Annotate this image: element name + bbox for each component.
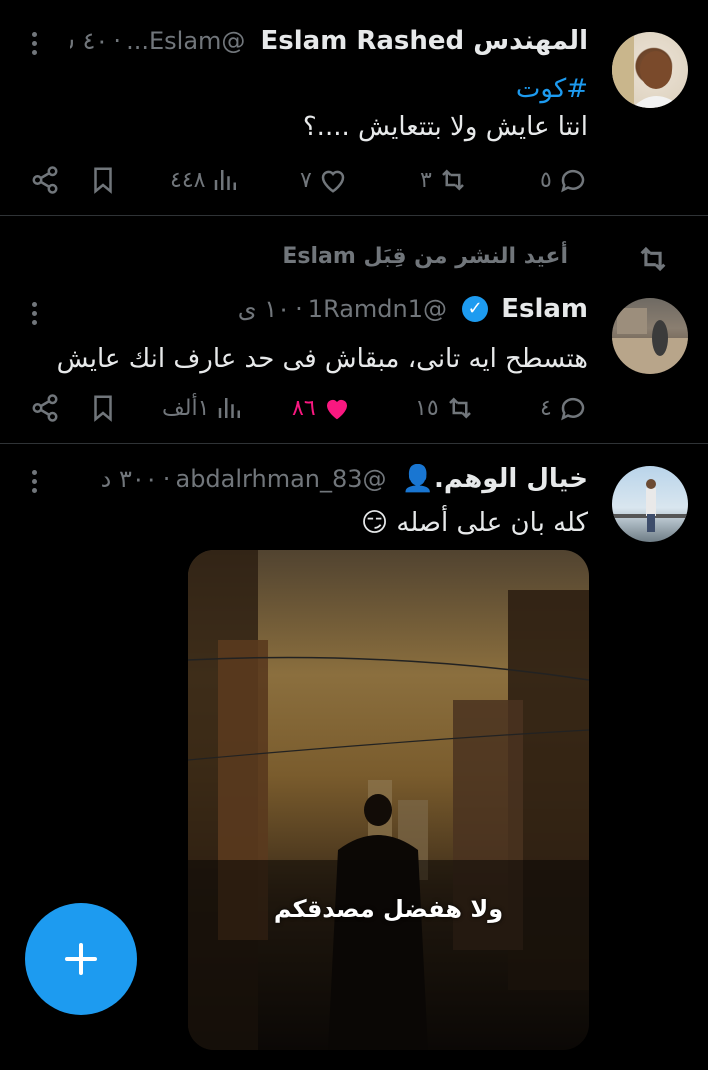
tweet-body: انتا عايش ولا بتتعايش ....؟ bbox=[302, 112, 588, 142]
timestamp[interactable]: ٤٠ س bbox=[70, 27, 108, 55]
bookmark-button[interactable] bbox=[88, 160, 118, 200]
tweet-header: خيال الوهم.👤 @abdalrhman_83 · ٣٠٠ د bbox=[70, 464, 588, 504]
display-name[interactable]: Eslam bbox=[501, 294, 588, 324]
share-button[interactable] bbox=[30, 160, 60, 200]
tweet-text: #كوت انتا عايش ولا بتتعايش ....؟ bbox=[40, 70, 588, 146]
retweet-icon bbox=[441, 169, 464, 191]
share-button[interactable] bbox=[30, 388, 60, 428]
retweet-count: ٣ bbox=[420, 167, 432, 193]
like-count: ٧ bbox=[300, 167, 312, 193]
display-name[interactable]: المهندس Eslam Rashed bbox=[261, 26, 588, 56]
views-icon bbox=[215, 170, 237, 190]
like-count: ٨٦ bbox=[292, 395, 316, 421]
tweet[interactable]: المهندس Eslam Rashed @Eslam... · ٤٠ س #ك… bbox=[0, 0, 708, 215]
retweet-indicator: أعيد النشر من قِبَل Eslam bbox=[70, 238, 688, 278]
timestamp[interactable]: ٣٠٠ د bbox=[101, 465, 158, 493]
more-options-icon[interactable] bbox=[22, 298, 46, 338]
retweet-icon bbox=[640, 246, 666, 272]
reply-icon bbox=[560, 169, 585, 193]
tweet-header: المهندس Eslam Rashed @Eslam... · ٤٠ س bbox=[70, 26, 588, 66]
retweeted-by[interactable]: أعيد النشر من قِبَل Eslam bbox=[282, 244, 568, 269]
reply-count: ٥ bbox=[540, 167, 552, 193]
media-caption: ولا هفضل مصدقكم bbox=[273, 895, 504, 923]
action-bar: ١ألف ٨٦ ١٥ ٤ bbox=[30, 388, 588, 428]
verified-badge-icon: ✓ bbox=[462, 296, 489, 322]
like-button[interactable]: ٨٦ bbox=[292, 388, 352, 428]
views-button[interactable]: ١ألف bbox=[162, 388, 245, 428]
tweet-body: كله بان على أصله 😏 bbox=[361, 508, 588, 538]
reply-button[interactable]: ٤ bbox=[540, 388, 588, 428]
views-count: ١ألف bbox=[162, 395, 210, 421]
retweet-count: ١٥ bbox=[415, 395, 439, 421]
retweet-icon bbox=[448, 397, 471, 419]
separator-dot: · bbox=[113, 27, 122, 55]
tweet-media[interactable]: ولا هفضل مصدقكم bbox=[188, 550, 589, 1050]
avatar[interactable] bbox=[612, 32, 688, 108]
views-icon bbox=[219, 398, 241, 418]
bookmark-icon bbox=[94, 167, 112, 194]
display-name[interactable]: خيال الوهم.👤 bbox=[402, 464, 588, 494]
separator-dot: · bbox=[162, 465, 171, 493]
reply-count: ٤ bbox=[540, 395, 552, 421]
separator-dot: · bbox=[295, 295, 303, 323]
handle[interactable]: @Eslam... bbox=[126, 27, 245, 55]
share-icon bbox=[32, 394, 58, 422]
heart-icon bbox=[321, 170, 345, 193]
bookmark-button[interactable] bbox=[88, 388, 118, 428]
action-bar: ٤٤٨ ٧ ٣ ٥ bbox=[30, 160, 588, 200]
tweet-body: هتسطح ايه تانى، مبقاش فى حد عارف انك عاي… bbox=[56, 344, 588, 374]
views-count: ٤٤٨ bbox=[170, 167, 206, 193]
handle[interactable]: @1Ramdn1 bbox=[308, 295, 447, 323]
timestamp[interactable]: ١٠ ى bbox=[238, 295, 290, 323]
reply-icon bbox=[560, 397, 585, 421]
handle[interactable]: @abdalrhman_83 bbox=[175, 465, 386, 493]
retweet-button[interactable]: ١٥ bbox=[415, 388, 475, 428]
hashtag-link[interactable]: #كوت bbox=[40, 70, 588, 108]
more-options-icon[interactable] bbox=[22, 466, 46, 506]
retweet-button[interactable]: ٣ bbox=[420, 160, 468, 200]
heart-filled-icon bbox=[326, 399, 347, 420]
share-icon bbox=[32, 166, 58, 194]
more-options-icon[interactable] bbox=[22, 28, 46, 68]
avatar[interactable] bbox=[612, 298, 688, 374]
tweet[interactable]: أعيد النشر من قِبَل Eslam Eslam ✓ @1Ramd… bbox=[0, 216, 708, 443]
like-button[interactable]: ٧ bbox=[300, 160, 348, 200]
tweet-header: Eslam ✓ @1Ramdn1 · ١٠ ى bbox=[70, 294, 588, 334]
reply-button[interactable]: ٥ bbox=[540, 160, 588, 200]
plus-icon bbox=[65, 943, 97, 975]
bookmark-icon bbox=[94, 395, 112, 422]
compose-button[interactable] bbox=[25, 903, 137, 1015]
avatar[interactable] bbox=[612, 466, 688, 542]
views-button[interactable]: ٤٤٨ bbox=[170, 160, 241, 200]
